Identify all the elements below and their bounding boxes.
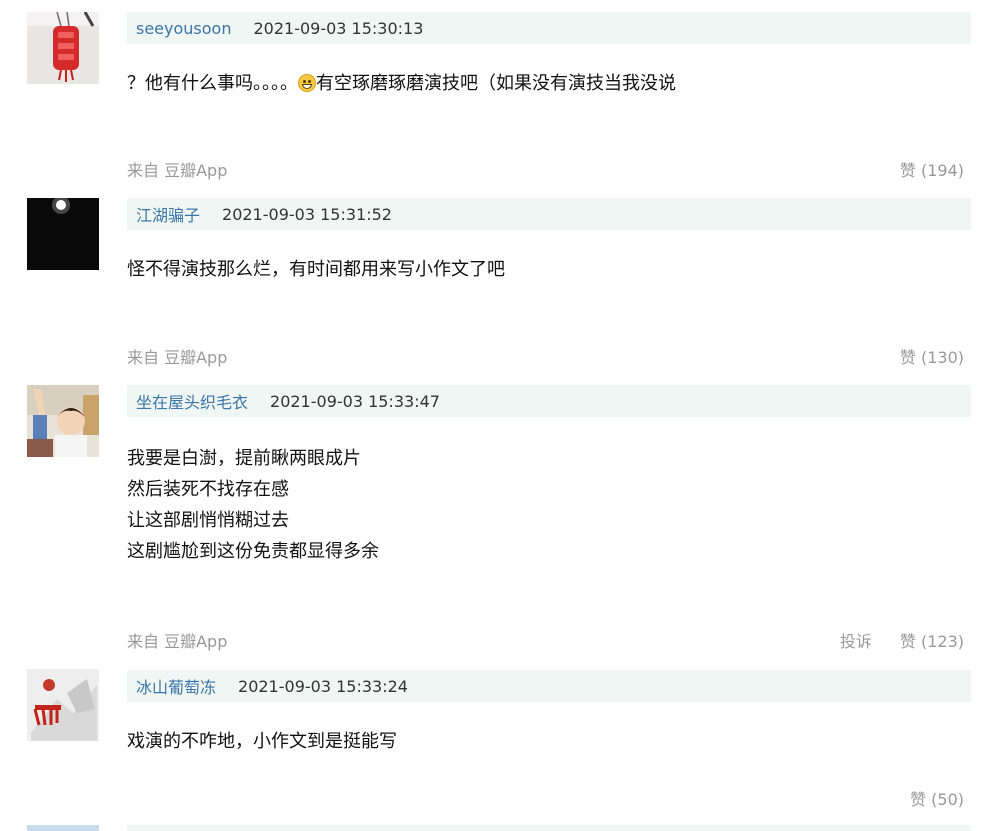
comment-meta-bar bbox=[127, 825, 971, 831]
comment-time: 2021-09-03 15:30:13 bbox=[253, 18, 424, 38]
comment-meta-bar: 江湖骗子 2021-09-03 15:31:52 bbox=[127, 198, 971, 230]
comment-text-line: 怪不得演技那么烂，有时间都用来写小作文了吧 bbox=[127, 259, 505, 280]
comment-author[interactable]: seeyousoon bbox=[136, 19, 231, 38]
comment-text-line: 戏演的不咋地，小作文到是挺能写 bbox=[127, 731, 397, 752]
like-button[interactable]: 赞 (130) bbox=[900, 344, 964, 368]
like-button[interactable]: 赞 (50) bbox=[910, 786, 964, 810]
comment-meta-bar: 坐在屋头织毛衣 2021-09-03 15:33:47 bbox=[127, 385, 971, 417]
like-button[interactable]: 赞 (194) bbox=[900, 157, 964, 181]
comment-meta-bar: seeyousoon 2021-09-03 15:30:13 bbox=[127, 12, 971, 44]
comment-text-line: 让这部剧悄悄糊过去 bbox=[127, 510, 289, 531]
avatar[interactable] bbox=[27, 198, 99, 270]
comment-text-line: 我要是白澍，提前瞅两眼成片 bbox=[127, 448, 361, 469]
avatar[interactable] bbox=[27, 669, 99, 741]
comment-meta-bar: 冰山葡萄冻 2021-09-03 15:33:24 bbox=[127, 670, 971, 702]
comment-text: 我要是白澍，提前瞅两眼成片 然后装死不找存在感 让这部剧悄悄糊过去 这剧尴尬到这… bbox=[127, 443, 971, 567]
comment-footer: 来自 豆瓣App 投诉 赞 (123) bbox=[127, 628, 964, 652]
comment-time: 2021-09-03 15:31:52 bbox=[222, 204, 392, 224]
comment-author[interactable]: 江湖骗子 bbox=[136, 202, 200, 226]
comment-time: 2021-09-03 15:33:24 bbox=[238, 676, 408, 696]
comment-text-part: 有空琢磨琢磨演技吧（如果没有演技当我没说 bbox=[316, 73, 676, 94]
comment-author[interactable]: 坐在屋头织毛衣 bbox=[136, 389, 248, 413]
comment-footer: 赞 (50) bbox=[127, 786, 964, 810]
avatar[interactable] bbox=[27, 12, 99, 84]
comment-text: ？他有什么事吗。。。。 有空琢磨琢磨演技吧（如果没有演技当我没说 bbox=[127, 68, 971, 99]
comment-text: 戏演的不咋地，小作文到是挺能写 bbox=[127, 726, 971, 757]
avatar[interactable] bbox=[27, 825, 99, 831]
comment-footer: 来自 豆瓣App 赞 (130) bbox=[127, 344, 964, 368]
comment-source: 来自 豆瓣App bbox=[127, 632, 228, 651]
avatar[interactable] bbox=[27, 385, 99, 457]
comment-footer: 来自 豆瓣App 赞 (194) bbox=[127, 157, 964, 181]
comment-text-line: 这剧尴尬到这份免责都显得多余 bbox=[127, 541, 379, 562]
comment-author[interactable]: 冰山葡萄冻 bbox=[136, 674, 216, 698]
comment-text-line: 然后装死不找存在感 bbox=[127, 479, 289, 500]
grinning-sweat-emoji-icon bbox=[298, 74, 316, 92]
comment-text: 怪不得演技那么烂，有时间都用来写小作文了吧 bbox=[127, 254, 971, 285]
comment-text-part: ？他有什么事吗。。。。 bbox=[127, 73, 298, 94]
comment-source: 来自 豆瓣App bbox=[127, 348, 228, 367]
report-button[interactable]: 投诉 bbox=[840, 628, 872, 652]
comment-time: 2021-09-03 15:33:47 bbox=[270, 391, 440, 411]
comment-source: 来自 豆瓣App bbox=[127, 161, 228, 180]
like-button[interactable]: 赞 (123) bbox=[900, 628, 964, 652]
